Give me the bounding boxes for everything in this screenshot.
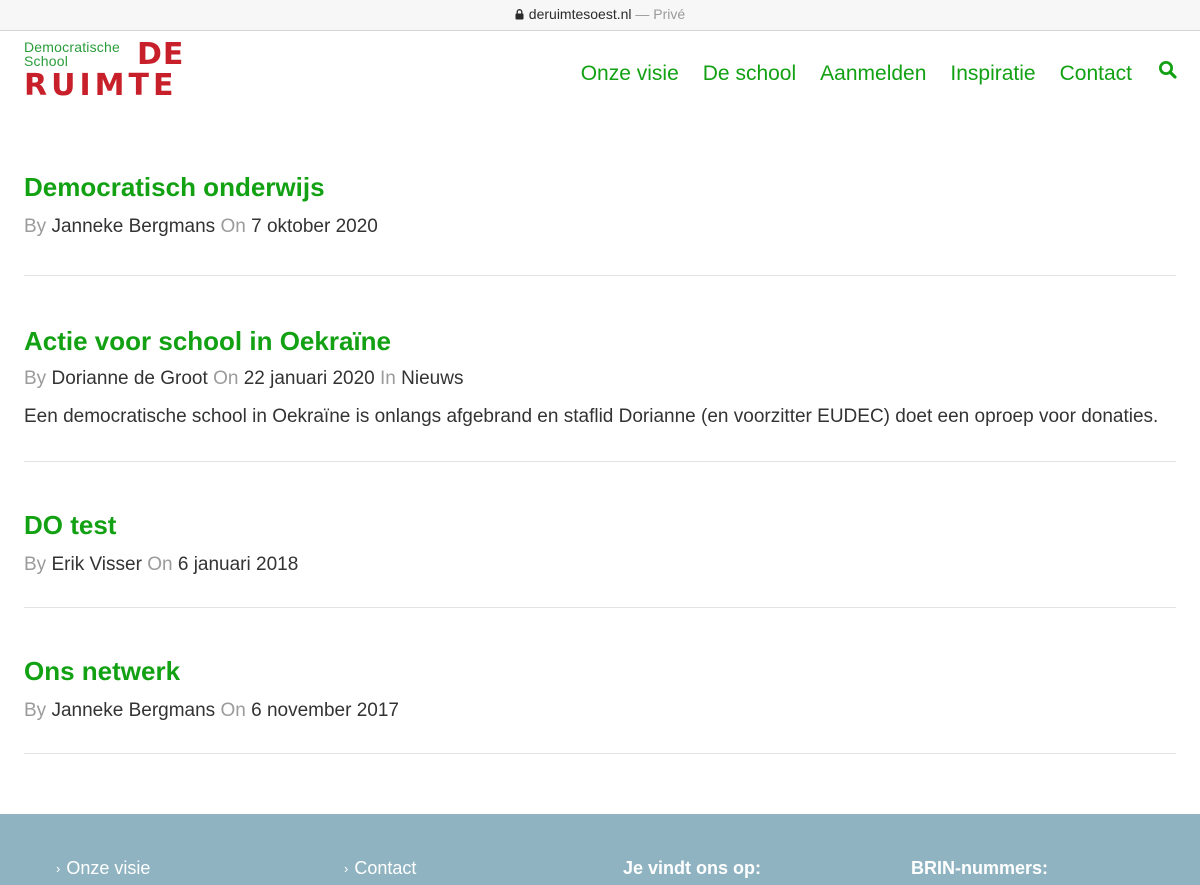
search-icon[interactable] [1158,60,1178,80]
post-title-link[interactable]: Democratisch onderwijs [24,170,1176,204]
post-author[interactable]: Janneke Bergmans [51,700,215,721]
footer-heading-location: Je vindt ons op: [623,858,762,878]
logo-de: DE [137,37,185,72]
by-label: By [24,368,47,389]
footer-link-onze-visie[interactable]: › Onze visie [56,856,150,882]
post-item: Ons netwerk By Janneke Bergmans On 6 nov… [24,608,1176,754]
main-nav: Onze visie De school Aanmelden Inspirati… [557,61,1178,87]
post-item: DO test By Erik Visser On 6 januari 2018 [24,462,1176,608]
private-label: — Privé [635,6,686,22]
post-author[interactable]: Erik Visser [51,554,141,575]
post-item: Actie voor school in Oekraïne By Doriann… [24,276,1176,462]
site-logo[interactable]: Democratische School DE RUIMTE [24,40,194,104]
chevron-right-icon: › [344,861,349,876]
on-label: On [147,554,173,575]
post-title-link[interactable]: Actie voor school in Oekraïne [24,324,1176,358]
post-date: 6 november 2017 [251,700,399,721]
post-date: 6 januari 2018 [177,554,299,575]
browser-address-bar[interactable]: deruimtesoest.nl — Privé [0,0,1200,31]
nav-aanmelden[interactable]: Aanmelden [820,61,926,87]
chevron-right-icon: › [56,861,61,876]
on-label: On [220,700,246,721]
post-author[interactable]: Dorianne de Groot [51,368,207,389]
post-date: 7 oktober 2020 [251,216,378,237]
on-label: On [213,368,239,389]
post-meta: By Janneke Bergmans On 7 oktober 2020 [24,214,1176,240]
in-label: In [380,368,396,389]
by-label: By [24,216,47,237]
site-header: Democratische School DE RUIMTE Onze visi… [0,31,1200,121]
footer-link-contact[interactable]: › Contact [344,856,416,882]
post-meta: By Janneke Bergmans On 6 november 2017 [24,698,1176,724]
post-title-link[interactable]: Ons netwerk [24,654,1176,688]
post-title-link[interactable]: DO test [24,508,1176,542]
nav-inspiratie[interactable]: Inspiratie [950,61,1035,87]
post-list: Democratisch onderwijs By Janneke Bergma… [24,170,1176,754]
post-meta: By Dorianne de Groot On 22 januari 2020 … [24,366,1176,392]
post-excerpt: Een democratische school in Oekraïne is … [24,406,1159,427]
url-display[interactable]: deruimtesoest.nl — Privé [0,6,1200,22]
post-meta: By Erik Visser On 6 januari 2018 [24,552,1176,578]
on-label: On [220,216,246,237]
by-label: By [24,554,47,575]
logo-ruimte: RUIMTE [24,68,178,103]
lock-icon [515,9,524,20]
nav-contact[interactable]: Contact [1060,61,1132,87]
url-text: deruimtesoest.nl [528,6,632,22]
post-item: Democratisch onderwijs By Janneke Bergma… [24,170,1176,276]
post-category-link[interactable]: Nieuws [401,368,463,389]
by-label: By [24,700,47,721]
post-date: 22 januari 2020 [243,368,375,389]
footer-heading-brin: BRIN-nummers: [911,858,1049,878]
post-author[interactable]: Janneke Bergmans [51,216,215,237]
logo-subtitle: Democratische School [24,39,120,69]
site-footer: › Onze visie › Contact Je vindt ons op: BR… [0,814,1200,885]
nav-de-school[interactable]: De school [703,61,796,87]
nav-onze-visie[interactable]: Onze visie [581,61,679,87]
